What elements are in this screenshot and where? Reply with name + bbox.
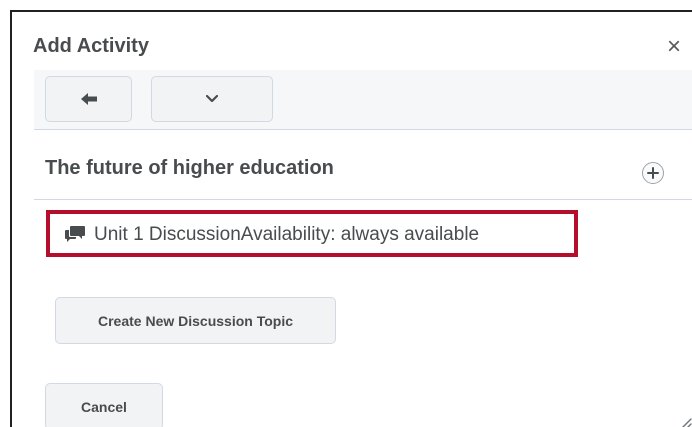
highlighted-topic-box: Unit 1 DiscussionAvailability: always av… [46, 210, 578, 257]
add-button[interactable] [642, 162, 664, 184]
module-title: The future of higher education [45, 157, 334, 179]
discussion-topic-link[interactable]: Unit 1 DiscussionAvailability: always av… [64, 223, 479, 247]
section-divider [34, 199, 692, 200]
resize-grip-icon[interactable] [678, 416, 692, 427]
toolbar [34, 70, 692, 130]
add-activity-dialog: Add Activity × The future of higher educ… [10, 10, 692, 427]
create-new-discussion-topic-button[interactable]: Create New Discussion Topic [55, 297, 336, 344]
cancel-button[interactable]: Cancel [45, 383, 163, 427]
back-arrow-icon [80, 93, 97, 105]
options-menu-button[interactable] [151, 76, 273, 122]
chevron-down-icon [206, 95, 218, 103]
close-button[interactable]: × [663, 35, 685, 59]
back-button[interactable] [45, 76, 132, 122]
discussion-icon [65, 226, 85, 242]
discussion-topic-text: Unit 1 DiscussionAvailability: always av… [94, 224, 480, 245]
dialog-title: Add Activity [33, 35, 149, 57]
plus-circle-icon [647, 167, 659, 179]
